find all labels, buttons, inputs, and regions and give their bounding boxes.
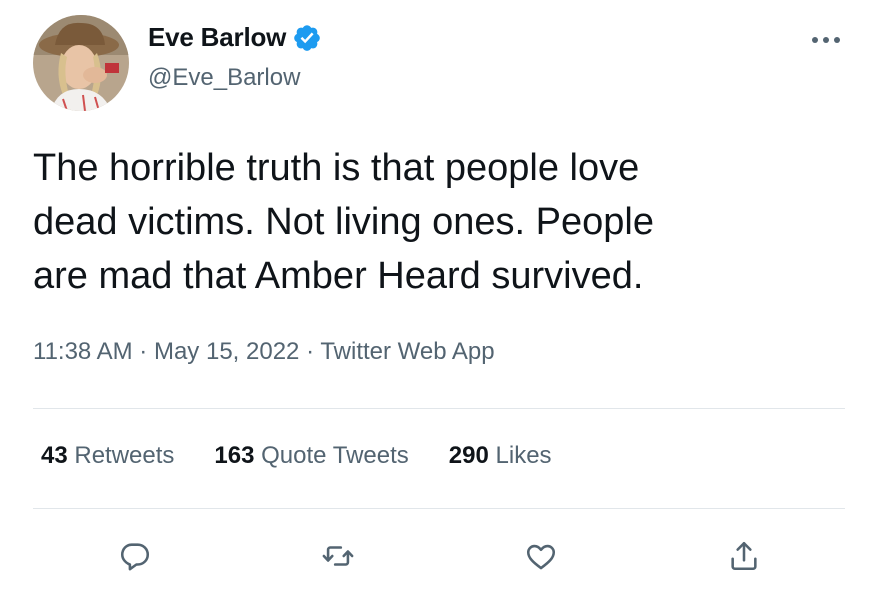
avatar-image	[33, 15, 129, 111]
quotes-label: Quote Tweets	[261, 442, 409, 469]
meta-separator: ·	[139, 338, 148, 365]
tweet-text-line: are mad that Amber Heard survived.	[33, 255, 644, 297]
retweets-label: Retweets	[74, 442, 175, 469]
likes-stat[interactable]: 290 Likes	[449, 442, 552, 470]
verified-badge-icon	[294, 24, 320, 51]
more-options-button[interactable]	[806, 30, 846, 50]
like-button[interactable]	[521, 536, 561, 576]
reply-icon	[120, 543, 150, 571]
retweet-icon	[322, 546, 354, 566]
author-name-row: Eve Barlow	[148, 22, 322, 53]
likes-count: 290	[448, 442, 489, 469]
retweets-stat[interactable]: 43 Retweets	[41, 442, 174, 470]
avatar[interactable]	[33, 15, 129, 111]
tweet-date[interactable]: May 15, 2022	[154, 338, 299, 365]
tweet-card: Eve Barlow @Eve_Barlow The horrible trut…	[0, 0, 877, 600]
likes-label: Likes	[495, 442, 552, 469]
divider	[33, 408, 845, 409]
tweet-meta: 11:38 AM · May 15, 2022 · Twitter Web Ap…	[33, 338, 495, 366]
more-dots-icon	[812, 37, 840, 43]
meta-separator: ·	[306, 338, 315, 365]
share-button[interactable]	[724, 536, 764, 576]
tweet-source[interactable]: Twitter Web App	[320, 338, 494, 365]
author-handle[interactable]: @Eve_Barlow	[148, 64, 300, 92]
quotes-count: 163	[214, 442, 255, 469]
divider	[33, 508, 845, 509]
tweet-text-line: dead victims. Not living ones. People	[33, 201, 654, 243]
share-icon	[731, 541, 757, 571]
tweet-stats: 43 Retweets 163 Quote Tweets 290 Likes	[41, 442, 552, 470]
reply-button[interactable]	[115, 536, 155, 576]
like-icon	[526, 544, 556, 570]
tweet-time[interactable]: 11:38 AM	[33, 338, 133, 365]
retweet-button[interactable]	[318, 536, 358, 576]
quote-tweets-stat[interactable]: 163 Quote Tweets	[214, 442, 408, 470]
retweets-count: 43	[41, 442, 68, 469]
tweet-text-line: The horrible truth is that people love	[33, 147, 640, 189]
tweet-text: The horrible truth is that people love d…	[33, 141, 853, 303]
display-name[interactable]: Eve Barlow	[148, 22, 286, 53]
